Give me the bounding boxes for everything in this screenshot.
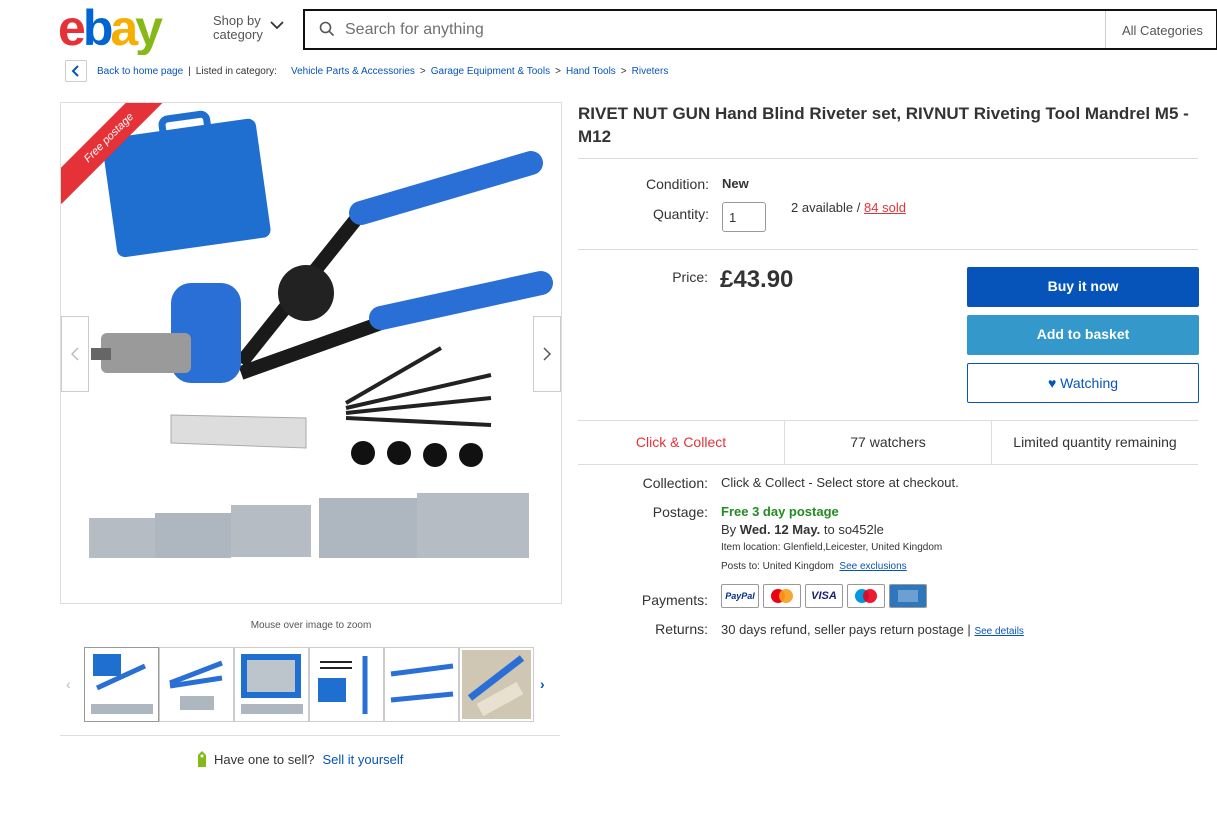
returns-label: Returns: — [655, 621, 708, 637]
sell-it-yourself-link[interactable]: Sell it yourself — [322, 752, 403, 767]
watching-label: Watching — [1060, 375, 1119, 391]
thumbnail-image — [91, 654, 153, 714]
back-to-home-link[interactable]: Back to home page — [97, 66, 183, 77]
postage-by: By — [721, 522, 737, 537]
availability: 2 available / 84 sold — [791, 200, 906, 215]
search-box: All Categories — [303, 9, 1217, 50]
search-icon — [319, 21, 335, 37]
payments-label: Payments: — [641, 592, 708, 608]
limited-quantity-stat: Limited quantity remaining — [991, 421, 1198, 464]
next-image-button[interactable] — [533, 316, 561, 392]
shop-by-line1: Shop by — [213, 13, 261, 28]
maestro-icon — [847, 584, 885, 608]
condition-label: Condition: — [645, 176, 709, 192]
chevron-left-icon — [71, 65, 79, 77]
visa-icon: VISA — [805, 584, 843, 608]
click-collect-stat: Click & Collect — [635, 434, 727, 450]
breadcrumb-vehicle-parts[interactable]: Vehicle Parts & Accessories — [291, 66, 415, 77]
postage-label: Postage: — [652, 504, 708, 520]
main-image[interactable]: Free postage — [60, 102, 562, 604]
divider — [578, 158, 1198, 159]
mastercard-logo — [771, 589, 793, 603]
amex-icon — [889, 584, 927, 608]
search-input[interactable] — [345, 17, 1045, 43]
condition-value: New — [722, 176, 749, 191]
listed-in-label: Listed in category: — [195, 65, 277, 77]
breadcrumb-hand-tools[interactable]: Hand Tools — [566, 66, 616, 77]
available-text: 2 available / — [791, 200, 861, 215]
returns-value: 30 days refund, seller pays return posta… — [721, 622, 971, 637]
free-postage-badge: Free postage — [61, 103, 167, 207]
header: ebay Shop by category All Categories — [0, 0, 1217, 58]
shop-by-line2: category — [213, 27, 263, 42]
shop-by-category[interactable]: Shop by category — [213, 14, 263, 42]
separator: > — [555, 65, 561, 77]
thumbnail[interactable] — [84, 647, 159, 722]
category-select[interactable]: All Categories — [1105, 11, 1216, 48]
chevron-left-icon — [71, 347, 79, 361]
see-details-link[interactable]: See details — [974, 626, 1023, 637]
quantity-input[interactable] — [722, 202, 766, 232]
stats-bar: Click & Collect 77 watchers Limited quan… — [578, 420, 1198, 465]
item-title: RIVET NUT GUN Hand Blind Riveter set, RI… — [578, 104, 1189, 146]
heart-icon: ♥ — [1047, 375, 1057, 391]
sell-row: Have one to sell? Sell it yourself — [196, 750, 403, 768]
chevron-right-icon — [543, 347, 551, 361]
thumbnail-image — [390, 663, 454, 703]
thumbnail-image — [241, 654, 303, 714]
divider — [60, 735, 560, 736]
thumbnail[interactable] — [309, 647, 384, 722]
separator: | — [188, 65, 191, 77]
buy-it-now-button[interactable]: Buy it now — [967, 267, 1199, 307]
separator: > — [419, 65, 426, 77]
svg-text:ebay: ebay — [58, 3, 163, 55]
thumbnail[interactable] — [234, 647, 309, 722]
thumbnail[interactable] — [459, 647, 534, 722]
breadcrumb-riveters[interactable]: Riveters — [632, 66, 669, 77]
thumbnail[interactable] — [384, 647, 459, 722]
ebay-logo[interactable]: ebay — [58, 3, 180, 55]
postage-date: Wed. 12 May. — [739, 522, 821, 537]
posts-to-text: Posts to: United Kingdom — [721, 561, 834, 572]
sell-question: Have one to sell? — [214, 751, 315, 767]
paypal-icon: PayPal — [721, 584, 759, 608]
previous-image-button[interactable] — [61, 316, 89, 392]
free-postage-text: Free postage — [61, 103, 167, 204]
watchers-stat: 77 watchers — [784, 421, 991, 464]
thumbnail-image — [169, 660, 223, 710]
thumbs-next-icon[interactable]: › — [540, 676, 545, 692]
thumbnail-strip: ‹ › — [64, 646, 560, 724]
sold-link[interactable]: 84 sold — [864, 200, 906, 215]
amex-logo — [898, 590, 918, 602]
thumbnail[interactable] — [159, 647, 234, 722]
posts-to: Posts to: United Kingdom See exclusions — [721, 561, 907, 572]
payment-icons: PayPal VISA — [721, 584, 927, 608]
price-tag-icon — [198, 751, 206, 767]
separator: > — [620, 65, 627, 77]
chevron-down-icon[interactable] — [270, 20, 284, 30]
item-location: Item location: Glenfield,Leicester, Unit… — [721, 542, 943, 553]
divider — [578, 249, 1198, 250]
breadcrumb-garage-equipment[interactable]: Garage Equipment & Tools — [431, 66, 550, 77]
breadcrumb: Back to home page | Listed in category: … — [65, 59, 668, 83]
thumbnail-image — [462, 650, 531, 719]
watching-button[interactable]: ♥ Watching — [967, 363, 1199, 403]
add-to-basket-button[interactable]: Add to basket — [967, 315, 1199, 355]
collection-label: Collection: — [642, 475, 708, 491]
price-value: £43.90 — [720, 266, 794, 293]
price-label: Price: — [672, 269, 708, 285]
returns-row: 30 days refund, seller pays return posta… — [721, 622, 1024, 637]
collection-value: Click & Collect - Select store at checko… — [721, 475, 959, 490]
postage-delivery: By Wed. 12 May. to so452le — [721, 522, 884, 537]
zoom-hint: Mouse over image to zoom — [250, 620, 372, 631]
thumbs-prev-icon[interactable]: ‹ — [66, 676, 71, 692]
mastercard-icon — [763, 584, 801, 608]
quantity-label: Quantity: — [652, 206, 709, 222]
postage-free: Free 3 day postage — [721, 504, 839, 519]
see-exclusions-link[interactable]: See exclusions — [839, 561, 906, 572]
thumbnail-image — [318, 656, 368, 714]
back-button[interactable] — [65, 60, 87, 82]
maestro-logo — [855, 589, 877, 603]
postage-to: to so452le — [823, 522, 884, 537]
